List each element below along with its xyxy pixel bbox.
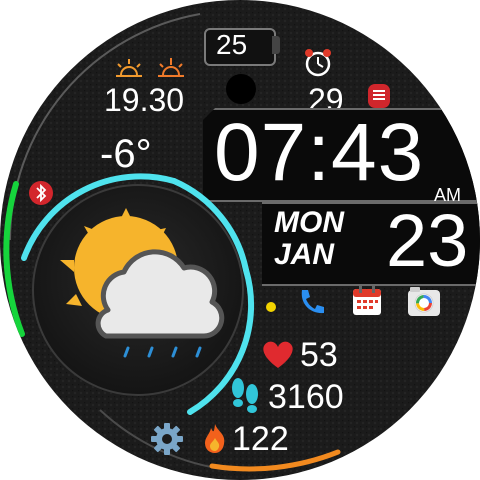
watch-face: 25 19.30 29 -6° 07:43 AM MON JAN 23 53 3… (0, 0, 480, 480)
calorie-arc (209, 449, 341, 472)
